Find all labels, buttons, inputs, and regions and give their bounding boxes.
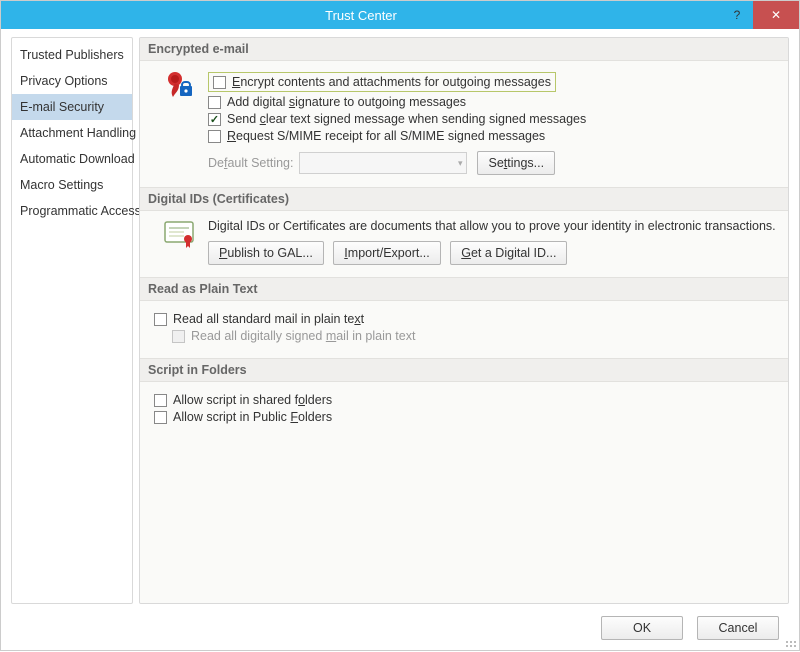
- sidebar: Trusted Publishers Privacy Options E-mai…: [11, 37, 133, 604]
- body-area: Trusted Publishers Privacy Options E-mai…: [1, 29, 799, 604]
- checkbox-cleartext[interactable]: [208, 113, 221, 126]
- close-icon: ✕: [771, 8, 781, 22]
- checkbox-plain-standard[interactable]: [154, 313, 167, 326]
- label-script-public: Allow script in Public Folders: [173, 410, 332, 424]
- label-smime: Request S/MIME receipt for all S/MIME si…: [227, 129, 545, 143]
- content-pane: Encrypted e-mail: [139, 37, 789, 604]
- section-header-script: Script in Folders: [140, 358, 788, 382]
- help-button[interactable]: ?: [721, 8, 753, 22]
- sidebar-item-programmatic-access[interactable]: Programmatic Access: [12, 198, 132, 224]
- section-header-digitalids: Digital IDs (Certificates): [140, 187, 788, 211]
- close-button[interactable]: ✕: [753, 1, 799, 29]
- import-export-button[interactable]: Import/Export...: [333, 241, 440, 265]
- titlebar: Trust Center ? ✕: [1, 1, 799, 29]
- window-title: Trust Center: [1, 8, 721, 23]
- checkbox-script-public[interactable]: [154, 411, 167, 424]
- label-sign: Add digital signature to outgoing messag…: [227, 95, 466, 109]
- settings-button[interactable]: Settings...: [477, 151, 555, 175]
- sidebar-item-trusted-publishers[interactable]: Trusted Publishers: [12, 42, 132, 68]
- label-plain-standard: Read all standard mail in plain text: [173, 312, 364, 326]
- resize-grip[interactable]: [784, 635, 796, 647]
- ok-button[interactable]: OK: [601, 616, 683, 640]
- section-encrypted: Encrypt contents and attachments for out…: [140, 61, 788, 187]
- default-setting-dropdown[interactable]: ▾: [299, 152, 467, 174]
- sidebar-item-automatic-download[interactable]: Automatic Download: [12, 146, 132, 172]
- label-cleartext: Send clear text signed message when send…: [227, 112, 586, 126]
- label-script-shared: Allow script in shared folders: [173, 393, 332, 407]
- digitalids-desc: Digital IDs or Certificates are document…: [208, 219, 778, 233]
- sidebar-item-email-security[interactable]: E-mail Security: [12, 94, 132, 120]
- encrypted-icon: [150, 69, 208, 175]
- highlight-encrypt: Encrypt contents and attachments for out…: [208, 72, 556, 92]
- section-script: Allow script in shared folders Allow scr…: [140, 382, 788, 603]
- checkbox-sign[interactable]: [208, 96, 221, 109]
- get-digital-id-button[interactable]: Get a Digital ID...: [450, 241, 567, 265]
- section-digitalids: Digital IDs or Certificates are document…: [140, 211, 788, 277]
- section-header-plaintext: Read as Plain Text: [140, 277, 788, 301]
- chevron-down-icon: ▾: [458, 158, 463, 169]
- sidebar-item-privacy-options[interactable]: Privacy Options: [12, 68, 132, 94]
- certificate-icon: [150, 219, 208, 265]
- checkbox-smime[interactable]: [208, 130, 221, 143]
- footer: OK Cancel: [1, 604, 799, 652]
- publish-gal-button[interactable]: Publish to GAL...: [208, 241, 324, 265]
- sidebar-item-attachment-handling[interactable]: Attachment Handling: [12, 120, 132, 146]
- sidebar-item-macro-settings[interactable]: Macro Settings: [12, 172, 132, 198]
- default-setting-label: Default Setting:: [208, 156, 293, 170]
- label-encrypt: Encrypt contents and attachments for out…: [232, 75, 551, 89]
- checkbox-script-shared[interactable]: [154, 394, 167, 407]
- checkbox-plain-signed: [172, 330, 185, 343]
- cancel-button[interactable]: Cancel: [697, 616, 779, 640]
- section-plaintext: Read all standard mail in plain text Rea…: [140, 301, 788, 358]
- label-plain-signed: Read all digitally signed mail in plain …: [191, 329, 415, 343]
- section-header-encrypted: Encrypted e-mail: [140, 38, 788, 61]
- checkbox-encrypt[interactable]: [213, 76, 226, 89]
